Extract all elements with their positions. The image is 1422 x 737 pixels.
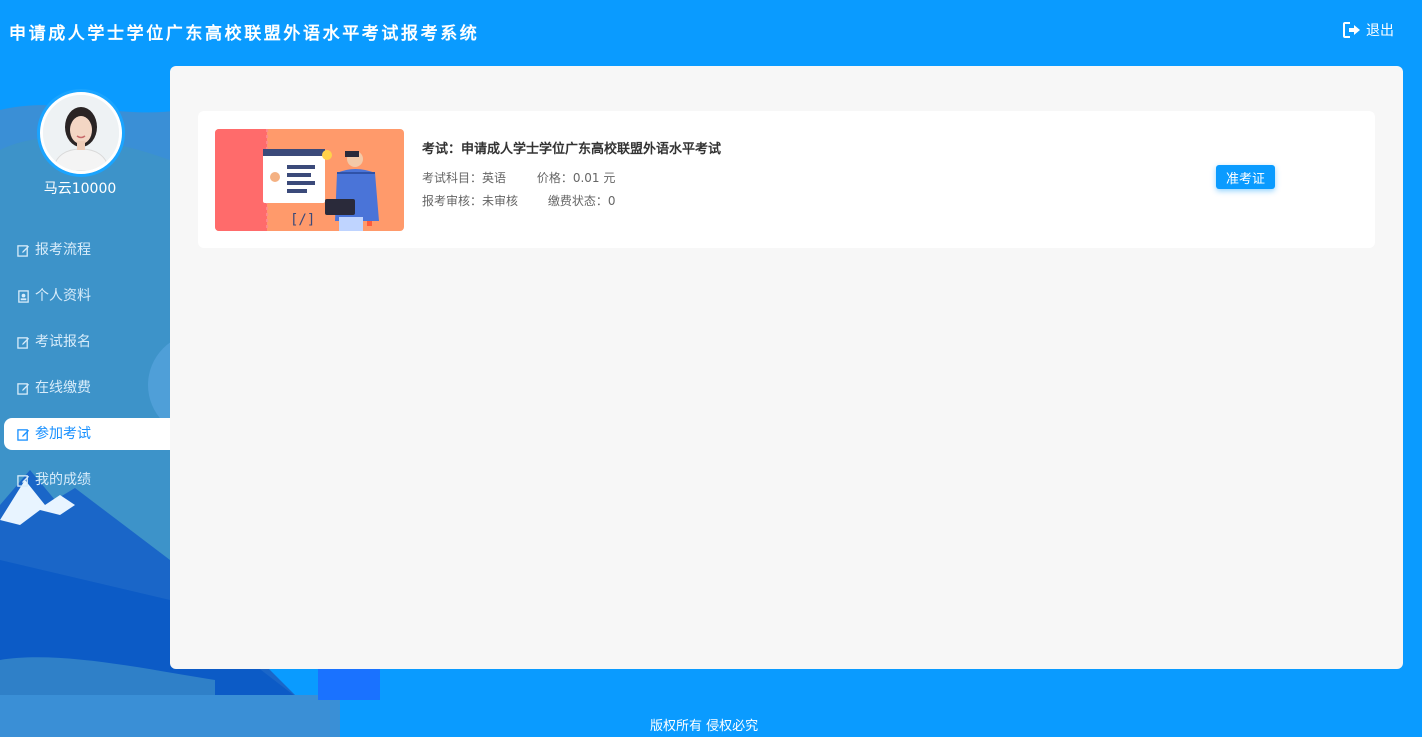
- edit-icon: [17, 244, 30, 257]
- site-title: 申请成人学士学位广东高校联盟外语水平考试报考系统: [9, 24, 480, 44]
- admission-ticket-button[interactable]: 准考证: [1216, 165, 1275, 189]
- sidebar-item-take-exam[interactable]: 参加考试: [4, 418, 170, 450]
- top-header: 申请成人学士学位广东高校联盟外语水平考试报考系统 退出: [0, 0, 1422, 62]
- edit-icon: [17, 336, 30, 349]
- logout-label: 退出: [1366, 23, 1394, 39]
- exam-status-row: 报考审核：未审核 缴费状态：0: [422, 192, 615, 209]
- sidebar-item-online-payment[interactable]: 在线缴费: [4, 372, 170, 404]
- payment-status: 缴费状态：0: [547, 194, 616, 208]
- svg-text:[/]: [/]: [290, 212, 315, 228]
- copyright-text: 版权所有 侵权必究: [650, 719, 759, 734]
- edit-icon: [17, 428, 30, 441]
- sidebar-item-label: 在线缴费: [35, 380, 91, 396]
- main-content: [/] 考试：申请成人学士学位广东高校联盟外语水平考试 考试科目：英语 价格：0…: [170, 66, 1403, 669]
- username: 马云10000: [43, 181, 117, 197]
- sidebar-item-label: 报考流程: [35, 242, 91, 258]
- exam-card: [/] 考试：申请成人学士学位广东高校联盟外语水平考试 考试科目：英语 价格：0…: [198, 111, 1375, 248]
- exam-thumbnail: [/]: [215, 129, 404, 231]
- sidebar-item-my-scores[interactable]: 我的成绩: [4, 464, 170, 496]
- exam-info-row: 考试科目：英语 价格：0.01 元: [422, 169, 615, 186]
- review-status: 报考审核：未审核: [422, 194, 519, 208]
- sidebar: 马云10000 报考流程 个人资料 考试报名 在线缴费 参加考试 我的成绩: [0, 62, 170, 696]
- exam-title: 考试：申请成人学士学位广东高校联盟外语水平考试: [422, 142, 722, 157]
- sidebar-item-label: 考试报名: [35, 334, 91, 350]
- sidebar-item-profile[interactable]: 个人资料: [4, 280, 170, 312]
- edit-icon: [17, 382, 30, 395]
- id-card-icon: [18, 289, 29, 303]
- sidebar-nav: 报考流程 个人资料 考试报名 在线缴费 参加考试 我的成绩: [4, 234, 170, 510]
- avatar: [40, 92, 122, 174]
- edit-icon: [17, 474, 30, 487]
- sidebar-item-exam-registration[interactable]: 考试报名: [4, 326, 170, 358]
- sidebar-item-registration-process[interactable]: 报考流程: [4, 234, 170, 266]
- exam-subject: 考试科目：英语: [422, 171, 507, 185]
- exam-price: 价格：0.01 元: [536, 171, 616, 185]
- sidebar-item-label: 参加考试: [35, 426, 91, 442]
- sidebar-item-label: 我的成绩: [35, 472, 91, 488]
- footer: 版权所有 侵权必究: [0, 696, 1422, 737]
- sign-out-icon: [1343, 22, 1360, 38]
- sidebar-item-label: 个人资料: [35, 288, 91, 304]
- logout-button[interactable]: 退出: [1343, 20, 1394, 40]
